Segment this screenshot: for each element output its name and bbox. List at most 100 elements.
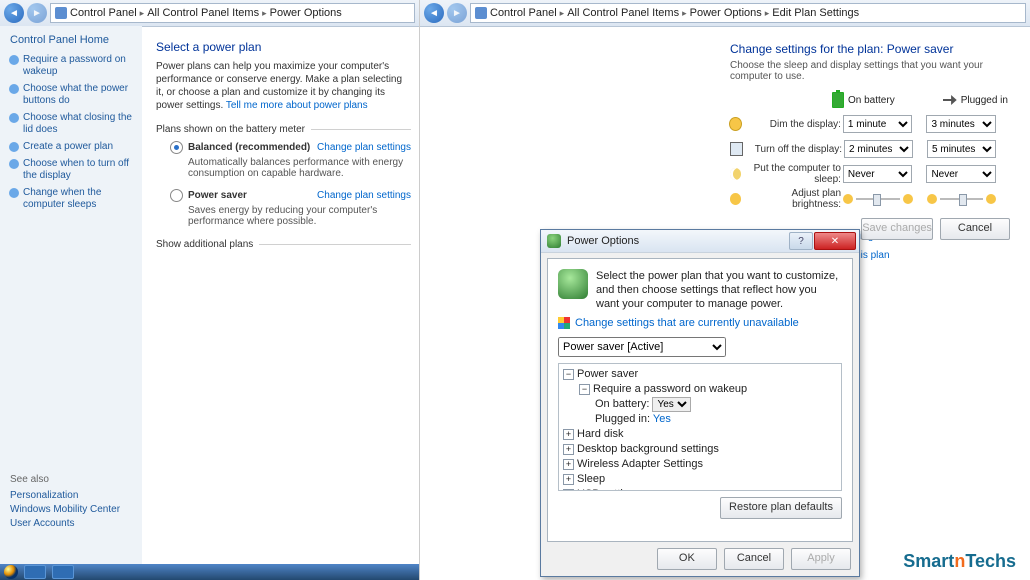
brightness-min-icon	[927, 194, 937, 204]
close-button[interactable]: ✕	[814, 232, 856, 250]
expand-toggle[interactable]: +	[563, 474, 574, 485]
taskbar	[0, 564, 419, 580]
brightness-max-icon	[986, 194, 996, 204]
expand-toggle[interactable]: −	[579, 384, 590, 395]
sleep-plugged-select[interactable]: Never	[926, 165, 996, 183]
tree-node-password[interactable]: Require a password on wakeup	[593, 383, 747, 395]
plug-icon	[943, 95, 957, 105]
breadcrumb[interactable]: Control Panel▸ All Control Panel Items▸ …	[50, 3, 415, 23]
sidebar-link-create-plan[interactable]: Create a power plan	[10, 141, 136, 153]
crumb-2[interactable]: Power Options	[270, 7, 342, 19]
plan-radio-balanced[interactable]	[170, 141, 183, 154]
brightness-battery-slider[interactable]	[856, 198, 899, 200]
brightness-min-icon	[843, 194, 853, 204]
tell-me-more-link[interactable]: Tell me more about power plans	[226, 100, 368, 111]
sidebar-link-display-off[interactable]: Choose when to turn off the display	[10, 158, 136, 182]
control-panel-home-link[interactable]: Control Panel Home	[10, 34, 136, 46]
power-plan-select[interactable]: Power saver [Active]	[558, 337, 726, 357]
start-orb[interactable]	[4, 565, 18, 579]
off-plugged-select[interactable]: 5 minutes	[927, 140, 996, 158]
crumb-1[interactable]: All Control Panel Items	[567, 7, 679, 19]
sidebar-link-password[interactable]: Require a password on wakeup	[10, 54, 136, 78]
expand-toggle[interactable]: +	[563, 459, 574, 470]
taskbar-item-app[interactable]	[52, 565, 74, 579]
battery-icon	[832, 92, 844, 108]
cancel-button[interactable]: Cancel	[724, 548, 784, 570]
page-subtitle: Choose the sleep and display settings th…	[730, 60, 1010, 82]
help-button[interactable]: ?	[789, 232, 813, 250]
off-battery-select[interactable]: 2 minutes	[844, 140, 913, 158]
watermark: SmartnTechs	[903, 551, 1016, 572]
shield-icon	[9, 55, 19, 65]
plan-description: Saves energy by reducing your computer's…	[188, 205, 411, 227]
expand-toggle[interactable]: +	[563, 444, 574, 455]
tree-node-desktop-bg[interactable]: Desktop background settings	[577, 443, 719, 455]
breadcrumb[interactable]: Control Panel▸ All Control Panel Items▸ …	[470, 3, 1026, 23]
plugged-in-value[interactable]: Yes	[653, 413, 671, 425]
button-row: Save changes Cancel	[857, 218, 1010, 240]
power-options-window: ◄ ► Control Panel▸ All Control Panel Ite…	[0, 0, 420, 580]
tree-node-usb[interactable]: USB settings	[577, 488, 641, 491]
sleep-battery-select[interactable]: Never	[843, 165, 913, 183]
bullet-icon	[9, 159, 19, 169]
power-plan-icon	[558, 269, 588, 299]
forward-button[interactable]: ►	[447, 3, 467, 23]
forward-button[interactable]: ►	[27, 3, 47, 23]
page-title: Select a power plan	[156, 40, 411, 54]
on-battery-value-select[interactable]: Yes	[652, 397, 691, 412]
sun-icon	[730, 193, 741, 205]
restore-plan-defaults-button[interactable]: Restore plan defaults	[720, 497, 842, 519]
sidebar-link-power-buttons[interactable]: Choose what the power buttons do	[10, 83, 136, 107]
expand-toggle[interactable]: +	[563, 489, 574, 491]
see-also-user-accounts[interactable]: User Accounts	[10, 518, 120, 529]
brightness-plugged-slider[interactable]	[940, 198, 983, 200]
settings-tree[interactable]: −Power saver −Require a password on wake…	[558, 363, 842, 491]
sidebar: Control Panel Home Require a password on…	[0, 26, 142, 564]
bullet-icon	[9, 142, 19, 152]
crumb-3[interactable]: Edit Plan Settings	[772, 7, 859, 19]
back-button[interactable]: ◄	[424, 3, 444, 23]
tree-node-hard-disk[interactable]: Hard disk	[577, 428, 623, 440]
row-sleep: Put the computer to sleep: Never Never	[730, 164, 1010, 184]
dim-battery-select[interactable]: 1 minute	[843, 115, 913, 133]
change-unavailable-link[interactable]: Change settings that are currently unava…	[575, 317, 799, 329]
apply-button[interactable]: Apply	[791, 548, 851, 570]
see-also-personalization[interactable]: Personalization	[10, 490, 120, 501]
display-icon	[730, 142, 743, 156]
change-plan-settings-link[interactable]: Change plan settings	[317, 190, 411, 201]
navbar: ◄ ► Control Panel▸ All Control Panel Ite…	[420, 0, 1030, 27]
crumb-0[interactable]: Control Panel	[490, 7, 557, 19]
uac-shield-icon	[558, 317, 570, 329]
tree-leaf-plugged-in: Plugged in: Yes	[595, 412, 839, 427]
crumb-2[interactable]: Power Options	[690, 7, 762, 19]
row-turn-off-display: Turn off the display: 2 minutes 5 minute…	[730, 139, 1010, 159]
expand-toggle[interactable]: −	[563, 369, 574, 380]
plan-description: Automatically balances performance with …	[188, 157, 411, 179]
tree-node-sleep[interactable]: Sleep	[577, 473, 605, 485]
plan-name: Power saver	[188, 190, 247, 201]
cancel-button[interactable]: Cancel	[940, 218, 1010, 240]
tree-node-root[interactable]: Power saver	[577, 368, 638, 380]
ok-button[interactable]: OK	[657, 548, 717, 570]
dim-plugged-select[interactable]: 3 minutes	[926, 115, 996, 133]
sidebar-link-sleep[interactable]: Change when the computer sleeps	[10, 187, 136, 211]
taskbar-item-explorer[interactable]	[24, 565, 46, 579]
show-additional-plans[interactable]: Show additional plans	[156, 239, 411, 250]
brightness-max-icon	[903, 194, 913, 204]
plugged-in-header: Plugged in	[961, 95, 1008, 106]
tree-node-wireless[interactable]: Wireless Adapter Settings	[577, 458, 703, 470]
row-label: Dim the display:	[745, 119, 843, 130]
back-button[interactable]: ◄	[4, 3, 24, 23]
plan-balanced: Balanced (recommended) Change plan setti…	[170, 141, 411, 179]
expand-toggle[interactable]: +	[563, 429, 574, 440]
save-changes-button[interactable]: Save changes	[861, 218, 933, 240]
crumb-1[interactable]: All Control Panel Items	[147, 7, 259, 19]
column-headers: On battery Plugged in	[832, 92, 1010, 108]
plan-radio-power-saver[interactable]	[170, 189, 183, 202]
see-also-mobility[interactable]: Windows Mobility Center	[10, 504, 120, 515]
change-plan-settings-link[interactable]: Change plan settings	[317, 142, 411, 153]
crumb-0[interactable]: Control Panel	[70, 7, 137, 19]
tab-panel: Select the power plan that you want to c…	[547, 258, 853, 542]
tree-leaf-on-battery: On battery: Yes	[595, 397, 839, 412]
sidebar-link-lid[interactable]: Choose what closing the lid does	[10, 112, 136, 136]
